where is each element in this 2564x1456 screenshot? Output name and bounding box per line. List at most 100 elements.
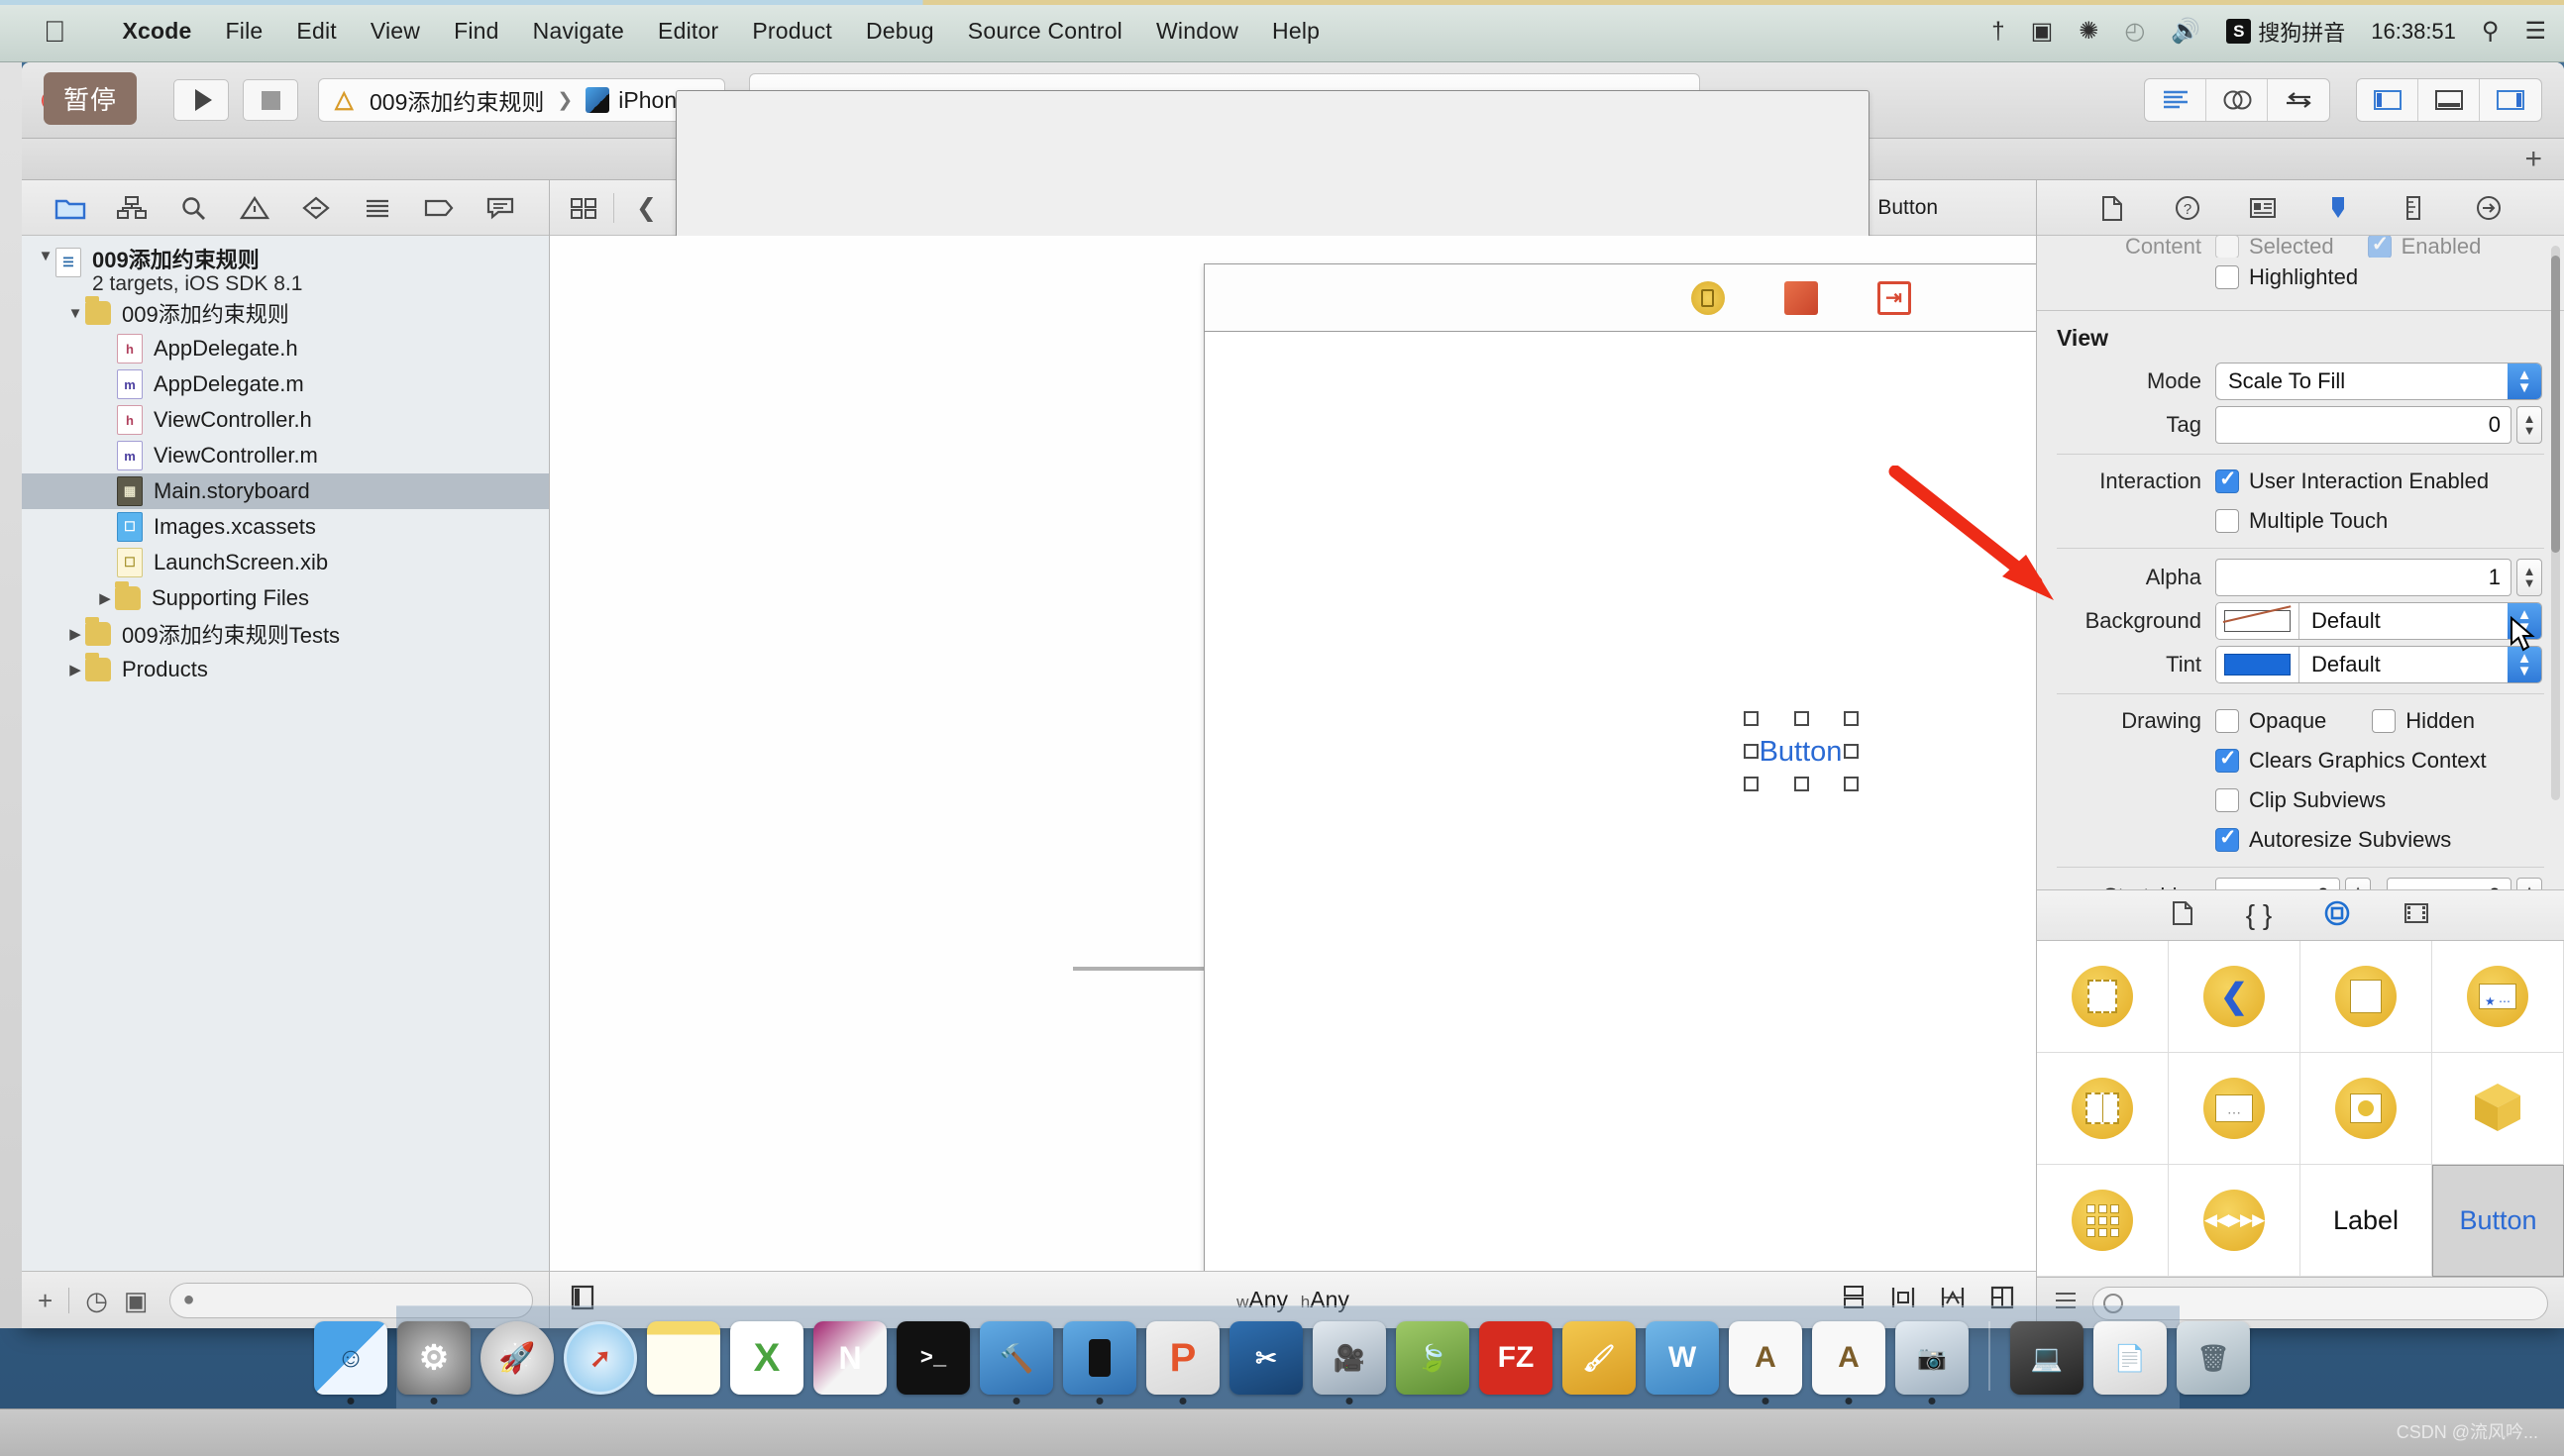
screen-recorder-icon[interactable]: ▣	[2031, 20, 2054, 44]
time-machine-icon[interactable]: ◴	[2124, 20, 2145, 44]
menu-help[interactable]: Help	[1255, 14, 1336, 49]
selected-checkbox[interactable]	[2215, 236, 2239, 258]
clears-graphics-context-checkbox[interactable]	[2215, 749, 2239, 773]
code-snippet-library-tab[interactable]: { }	[2246, 899, 2272, 931]
resize-handle-top-left[interactable]	[1744, 711, 1759, 726]
library-item-button[interactable]: Button	[2432, 1165, 2564, 1277]
dock-launchpad[interactable]: 🚀	[481, 1321, 554, 1395]
tree-row-viewcontroller-m[interactable]: m ViewController.m	[22, 438, 549, 473]
library-item-scene-kit-view[interactable]	[2432, 1053, 2564, 1165]
breakpoint-navigator-tab[interactable]	[418, 189, 460, 227]
tag-stepper[interactable]: ▲▼	[2516, 406, 2542, 444]
standard-editor-button[interactable]	[2145, 79, 2206, 121]
report-navigator-tab[interactable]	[480, 189, 521, 227]
menubar-clock[interactable]: 16:38:51	[2371, 19, 2456, 45]
tree-row-launchscreen-xib[interactable]: ☐ LaunchScreen.xib	[22, 545, 549, 580]
dock-app-store-1[interactable]: A	[1729, 1321, 1802, 1395]
symbol-navigator-tab[interactable]	[111, 189, 153, 227]
version-editor-button[interactable]	[2268, 79, 2329, 121]
background-color-control[interactable]: Default ▲▼	[2215, 602, 2542, 640]
dock-instruments[interactable]: P	[1146, 1321, 1220, 1395]
resize-handle-right[interactable]	[1844, 744, 1859, 759]
notification-center-icon[interactable]: ☰	[2524, 20, 2546, 44]
inspector-scrollbar-thumb[interactable]	[2551, 256, 2560, 553]
tree-row-images-xcassets[interactable]: ☐ Images.xcassets	[22, 509, 549, 545]
alpha-input[interactable]: 1	[2215, 559, 2511, 596]
menu-product[interactable]: Product	[735, 14, 849, 49]
dock-safari[interactable]: ➚	[564, 1321, 637, 1395]
disclosure-triangle[interactable]: ▶	[95, 589, 115, 607]
menu-editor[interactable]: Editor	[641, 14, 735, 49]
attributes-inspector-tab[interactable]	[2318, 189, 2358, 227]
disclosure-triangle[interactable]: ▶	[65, 625, 85, 643]
file-inspector-tab[interactable]	[2092, 189, 2132, 227]
opaque-checkbox[interactable]	[2215, 709, 2239, 733]
dock-preview[interactable]: ✂	[1229, 1321, 1303, 1395]
menu-debug[interactable]: Debug	[849, 14, 951, 49]
dock-paint-tool[interactable]: 🖌	[1562, 1321, 1636, 1395]
menu-view[interactable]: View	[354, 14, 437, 49]
menu-window[interactable]: Window	[1139, 14, 1255, 49]
tree-row-products-group[interactable]: ▶ Products	[22, 652, 549, 687]
clip-subviews-checkbox[interactable]	[2215, 788, 2239, 812]
menu-file[interactable]: File	[209, 14, 280, 49]
connections-inspector-tab[interactable]	[2469, 189, 2509, 227]
identity-inspector-tab[interactable]	[2243, 189, 2283, 227]
disclosure-triangle[interactable]: ▼	[65, 305, 85, 322]
library-item-tab-bar[interactable]: ★ ⋯	[2432, 941, 2564, 1053]
issue-navigator-tab[interactable]	[234, 189, 275, 227]
autoresize-subviews-checkbox[interactable]	[2215, 828, 2239, 852]
resize-handle-left[interactable]	[1744, 744, 1759, 759]
scheme-selector[interactable]: △ 009添加约束规则 ❯ iPhone 6	[318, 78, 725, 122]
dock-trash[interactable]: 🗑	[2177, 1321, 2250, 1395]
stretching-x-stepper[interactable]: ▲▼	[2345, 878, 2371, 889]
library-item-table-view[interactable]	[2300, 941, 2432, 1053]
tree-row-main-storyboard[interactable]: ▦ Main.storyboard	[22, 473, 549, 509]
object-library-tab[interactable]	[2323, 899, 2351, 932]
resize-handle-bottom[interactable]	[1794, 777, 1809, 791]
dock-app-store-2[interactable]: A	[1812, 1321, 1885, 1395]
tag-input[interactable]: 0	[2215, 406, 2511, 444]
tint-color-control[interactable]: Default ▲▼	[2215, 646, 2542, 683]
alpha-stepper[interactable]: ▲▼	[2516, 559, 2542, 596]
first-responder-icon[interactable]	[1784, 281, 1818, 315]
tree-row-tests-group[interactable]: ▶ 009添加约束规则Tests	[22, 616, 549, 652]
input-method-item[interactable]: S 搜狗拼音	[2226, 16, 2345, 48]
dock-quicktime[interactable]: 🎥	[1313, 1321, 1386, 1395]
go-back-button[interactable]: ❮	[624, 193, 669, 223]
run-button[interactable]	[173, 79, 229, 121]
add-editor-button[interactable]: +	[2524, 145, 2542, 174]
dock-filezilla[interactable]: FZ	[1479, 1321, 1552, 1395]
dock-downloads-stack[interactable]: 📄	[2093, 1321, 2167, 1395]
airplay-icon[interactable]: ✺	[2079, 20, 2098, 44]
tree-row-appdelegate-h[interactable]: h AppDelegate.h	[22, 331, 549, 366]
library-item-image-view[interactable]	[2300, 1053, 2432, 1165]
test-navigator-tab[interactable]	[295, 189, 337, 227]
hidden-checkbox[interactable]	[2372, 709, 2396, 733]
background-color-swatch[interactable]	[2216, 603, 2299, 639]
library-item-collection-view[interactable]	[2037, 1165, 2169, 1277]
dock-onenote[interactable]: N	[813, 1321, 887, 1395]
enabled-checkbox[interactable]	[2368, 236, 2392, 258]
library-item-label[interactable]: Label	[2300, 1165, 2432, 1277]
resize-handle-top[interactable]	[1794, 711, 1809, 726]
dock-image-capture[interactable]: 📷	[1895, 1321, 1969, 1395]
stop-button[interactable]	[243, 79, 298, 121]
dock-system-preferences[interactable]: ⚙	[397, 1321, 471, 1395]
spotlight-search-icon[interactable]: ⚲	[2482, 20, 2500, 44]
project-navigator-tab[interactable]	[50, 189, 91, 227]
dock-wunderlist[interactable]: W	[1646, 1321, 1719, 1395]
toggle-navigator-button[interactable]	[2357, 79, 2418, 121]
library-item-toolbar[interactable]: ⋯	[2169, 1053, 2300, 1165]
file-template-library-tab[interactable]	[2171, 900, 2194, 931]
highlighted-checkbox[interactable]	[2215, 265, 2239, 289]
chevron-updown-icon[interactable]: ▲▼	[2508, 364, 2541, 399]
resize-handle-bottom-left[interactable]	[1744, 777, 1759, 791]
related-items-icon[interactable]	[564, 196, 603, 220]
tree-row-appdelegate-m[interactable]: m AppDelegate.m	[22, 366, 549, 402]
dock-xcode[interactable]: 🔨	[980, 1321, 1053, 1395]
stretching-y-stepper[interactable]: ▲▼	[2516, 878, 2542, 889]
quick-help-inspector-tab[interactable]: ?	[2168, 189, 2207, 227]
resize-handle-bottom-right[interactable]	[1844, 777, 1859, 791]
tree-row-supporting-files[interactable]: ▶ Supporting Files	[22, 580, 549, 616]
